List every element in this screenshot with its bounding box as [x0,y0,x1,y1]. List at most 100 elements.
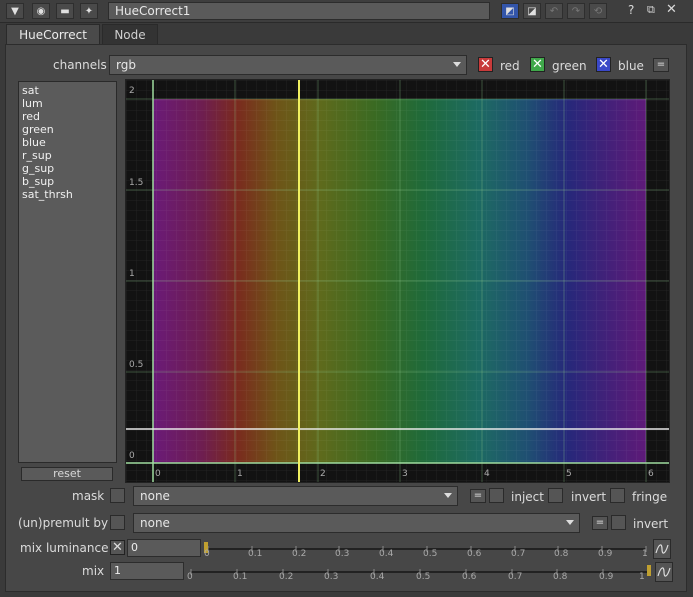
mix-lum-tick: 0.1 [248,549,263,559]
mix-luminance-input[interactable]: 0 [127,539,201,557]
inject-checkbox[interactable] [489,488,504,503]
x-tick-4: 4 [484,469,490,479]
curve-item-g-sup[interactable]: g_sup [22,162,113,175]
y-tick-0: 0 [129,451,135,461]
mask-link-button[interactable]: = [470,489,486,503]
curve-item-sat[interactable]: sat [22,84,113,97]
node-name-field[interactable]: HueCorrect1 [108,2,490,20]
mask-checkbox[interactable] [110,488,125,503]
curve-item-red[interactable]: red [22,110,113,123]
mask-label: mask [72,489,105,503]
premult-checkbox[interactable] [110,515,125,530]
mix-lum-tick: 0.4 [379,549,394,559]
premult-invert-checkbox[interactable] [611,515,626,530]
curve-list[interactable]: sat lum red green blue r_sup g_sup b_sup… [18,81,117,463]
help-button[interactable]: ? [628,3,634,17]
title-bar: ▼ ◉ ▬ ✦ HueCorrect1 ◩ ◪ ↶ ↷ ⟲ ? ⧉ ✕ [0,0,693,23]
collapse-arrow-icon[interactable]: ▼ [6,3,24,19]
float-icon[interactable]: ⧉ [647,3,655,17]
mix-tick: 0.7 [508,572,523,582]
mix-lum-tick: 1 [642,549,648,559]
red-channel-label: red [500,59,520,73]
mix-lum-tick: 0.7 [511,549,526,559]
mix-tick: 0.5 [416,572,431,582]
mask-value: none [140,489,170,503]
fringe-label: fringe [632,490,668,504]
curve-item-lum[interactable]: lum [22,97,113,110]
mix-slider[interactable]: 0 0.1 0.2 0.3 0.4 0.5 0.6 0.7 0.8 0.9 1 [187,563,653,583]
curve-item-r-sup[interactable]: r_sup [22,149,113,162]
x-tick-2: 2 [320,469,326,479]
undo-icon[interactable]: ↶ [545,3,563,19]
revert-icon[interactable]: ⟲ [589,3,607,19]
blue-channel-checkbox[interactable]: ✕ [596,57,611,72]
mix-luminance-checkbox[interactable]: ✕ [110,540,125,555]
green-channel-label: green [552,59,587,73]
redo-icon[interactable]: ↷ [567,3,585,19]
y-tick-1: 1 [129,269,135,279]
mix-lum-tick: 0.9 [598,549,613,559]
mask-dropdown[interactable]: none [133,486,458,506]
curve-item-blue[interactable]: blue [22,136,113,149]
x-tick-3: 3 [402,469,408,479]
channels-link-button[interactable]: = [653,58,669,72]
mix-label: mix [82,564,105,578]
mix-lum-tick: 0 [204,549,210,559]
mask-invert-label: invert [571,490,607,504]
curve-item-sat-thrsh[interactable]: sat_thrsh [22,188,113,201]
mix-lum-tick: 0.2 [292,549,307,559]
mix-tick: 0.8 [553,572,568,582]
tab-huecorrect[interactable]: HueCorrect [6,24,100,44]
mix-luminance-slider[interactable]: 0 0.1 0.2 0.3 0.4 0.5 0.6 0.7 0.8 0.9 1 [204,540,650,560]
premult-link-button[interactable]: = [592,516,608,530]
wrench-icon[interactable]: ✦ [80,3,98,19]
curve-editor-canvas[interactable] [126,80,670,483]
channels-dropdown[interactable]: rgb [109,55,467,75]
inject-label: inject [511,490,544,504]
curve-item-green[interactable]: green [22,123,113,136]
y-tick-0.5: 0.5 [129,360,144,370]
node-icon[interactable]: ▬ [56,3,74,19]
mix-lum-tick: 0.5 [423,549,438,559]
channels-label: channels [53,58,107,72]
mix-tick: 0.9 [599,572,614,582]
viewer-icon[interactable]: ◉ [32,3,50,19]
chevron-down-icon [444,493,452,498]
mix-tick: 1 [639,572,645,582]
mix-lum-tick: 0.6 [467,549,482,559]
mix-animation-icon[interactable] [655,562,673,582]
mix-luminance-animation-icon[interactable] [653,539,671,559]
fringe-checkbox[interactable] [610,488,625,503]
mix-lum-tick: 0.8 [554,549,569,559]
default-color-icon[interactable]: ◪ [523,3,541,19]
tab-bar: HueCorrect Node [0,22,693,44]
curve-item-b-sup[interactable]: b_sup [22,175,113,188]
x-tick-5: 5 [566,469,572,479]
color-picker-icon[interactable]: ◩ [501,3,519,19]
tab-node[interactable]: Node [102,24,158,44]
mask-invert-checkbox[interactable] [548,488,563,503]
x-tick-6: 6 [648,469,654,479]
x-tick-1: 1 [237,469,243,479]
chevron-down-icon [453,62,461,67]
mix-input[interactable]: 1 [110,562,184,580]
blue-channel-label: blue [618,59,644,73]
mix-tick: 0 [187,572,193,582]
mix-tick: 0.4 [370,572,385,582]
red-channel-checkbox[interactable]: ✕ [478,57,493,72]
green-channel-checkbox[interactable]: ✕ [530,57,545,72]
mix-lum-tick: 0.3 [335,549,350,559]
x-tick-0: 0 [155,469,161,479]
mix-handle[interactable] [647,565,651,576]
close-icon[interactable]: ✕ [666,2,677,17]
reset-button[interactable]: reset [21,467,113,481]
curve-editor[interactable]: 2 1.5 1 0.5 0 0 1 2 3 4 5 6 [125,79,670,483]
y-tick-1.5: 1.5 [129,178,144,188]
premult-label: (un)premult by [18,516,109,530]
mix-tick: 0.1 [233,572,248,582]
mix-tick: 0.2 [279,572,294,582]
y-tick-2: 2 [129,86,135,96]
premult-dropdown[interactable]: none [133,513,580,533]
mix-tick: 0.6 [462,572,477,582]
channels-value: rgb [116,58,136,72]
